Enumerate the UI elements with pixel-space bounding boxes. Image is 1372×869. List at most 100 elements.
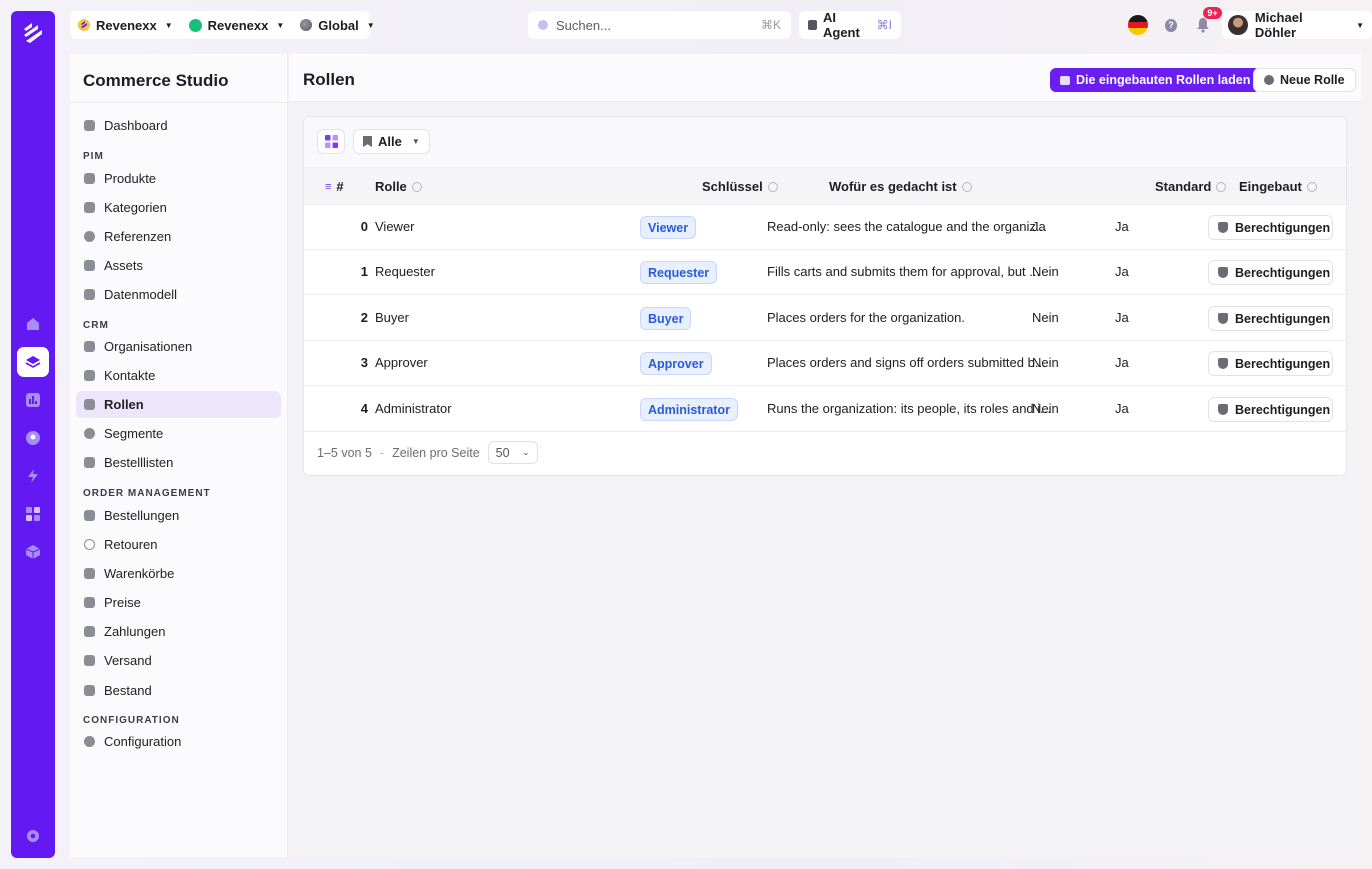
- column-header-purpose[interactable]: Wofür es gedacht ist: [829, 179, 972, 194]
- sidebar-item-produkte[interactable]: Produkte: [76, 165, 281, 192]
- table-row[interactable]: 1 Requester Requester Fills carts and su…: [304, 250, 1346, 295]
- info-icon: [411, 181, 422, 192]
- saved-filter-label: Alle: [378, 134, 402, 149]
- role-builtin: Ja: [1115, 219, 1129, 234]
- sidebar-item-kontakte[interactable]: Kontakte: [76, 362, 281, 389]
- sidebar-item-zahlungen[interactable]: Zahlungen: [76, 618, 281, 645]
- workspace-switcher: Revenexx ▼ Revenexx ▼ Global ▼: [70, 11, 375, 39]
- apps-grid-icon[interactable]: [17, 499, 49, 529]
- table-row[interactable]: 0 Viewer Viewer Read-only: sees the cata…: [304, 205, 1346, 250]
- info-icon: [1306, 181, 1317, 192]
- home-icon[interactable]: [17, 309, 49, 339]
- sidebar-item-rollen[interactable]: Rollen: [76, 391, 281, 418]
- sidebar-item-assets[interactable]: Assets: [76, 252, 281, 279]
- chevron-down-icon: ▼: [411, 137, 420, 146]
- app-logo-icon[interactable]: [21, 21, 45, 45]
- view-toggle-button[interactable]: [317, 129, 345, 154]
- price-tag-icon: [84, 597, 95, 608]
- load-builtin-roles-button[interactable]: Die eingebauten Rollen laden: [1050, 68, 1261, 92]
- column-header-default[interactable]: Standard: [1155, 179, 1227, 194]
- sidebar-item-bestellungen[interactable]: Bestellungen: [76, 502, 281, 529]
- org-selector[interactable]: Revenexx ▼: [70, 11, 181, 39]
- column-header-builtin[interactable]: Eingebaut: [1239, 179, 1317, 194]
- role-purpose: Runs the organization: its people, its r…: [767, 401, 1051, 416]
- lightning-icon[interactable]: [17, 461, 49, 491]
- channel-selector[interactable]: Revenexx ▼: [181, 11, 293, 39]
- column-header-key[interactable]: Schlüssel: [702, 179, 778, 194]
- app-rail: [11, 11, 55, 858]
- help-icon[interactable]: ?: [1164, 18, 1178, 32]
- shield-icon: [1218, 222, 1228, 233]
- sort-column-header[interactable]: ≡ #: [325, 179, 344, 194]
- saved-filter-dropdown[interactable]: Alle ▼: [353, 129, 430, 154]
- divider: [70, 102, 287, 103]
- row-number: 4: [360, 401, 368, 416]
- sidebar-item-organisationen[interactable]: Organisationen: [76, 333, 281, 360]
- global-search[interactable]: Suchen... ⌘K: [528, 11, 791, 39]
- ai-agent-button[interactable]: AI Agent ⌘I: [799, 10, 901, 40]
- new-role-button[interactable]: Neue Rolle: [1253, 68, 1356, 92]
- german-flag-icon[interactable]: [1128, 15, 1148, 35]
- permissions-label: Berechtigungen: [1235, 402, 1331, 417]
- user-menu[interactable]: Michael Döhler ▼: [1222, 10, 1372, 40]
- sidebar-item-preise[interactable]: Preise: [76, 589, 281, 616]
- role-builtin: Ja: [1115, 401, 1129, 416]
- permissions-label: Berechtigungen: [1235, 265, 1331, 280]
- box-icon: [84, 202, 95, 213]
- role-name: Buyer: [375, 310, 409, 325]
- role-purpose: Read-only: sees the catalogue and the or…: [767, 219, 1047, 234]
- globe-icon: [300, 19, 313, 31]
- table-row[interactable]: 2 Buyer Buyer Places orders for the orga…: [304, 296, 1346, 341]
- sidebar-item-dashboard[interactable]: Dashboard: [76, 112, 281, 139]
- settings-gear-icon[interactable]: [17, 821, 49, 851]
- chevron-down-icon: ⌄: [522, 447, 530, 457]
- layers-icon[interactable]: [17, 347, 49, 377]
- sidebar-item-kategorien[interactable]: Kategorien: [76, 194, 281, 221]
- section-label-pim: PIM: [83, 151, 104, 162]
- role-builtin: Ja: [1115, 264, 1129, 279]
- role-key-badge: Buyer: [640, 307, 692, 330]
- table-row[interactable]: 3 Approver Approver Places orders and si…: [304, 341, 1346, 386]
- sidebar-item-retouren[interactable]: Retouren: [76, 531, 281, 558]
- sidebar-item-datenmodell[interactable]: Datenmodell: [76, 281, 281, 308]
- location-icon[interactable]: [17, 423, 49, 453]
- sidebar-item-label: Kategorien: [104, 200, 167, 215]
- analytics-icon[interactable]: [17, 385, 49, 415]
- region-selector-label: Global: [318, 17, 359, 33]
- notifications-badge: 9+: [1203, 7, 1222, 19]
- notifications-bell-icon[interactable]: 9+: [1196, 7, 1222, 33]
- sidebar-item-configuration[interactable]: Configuration: [76, 728, 281, 755]
- chevron-down-icon: ▼: [276, 20, 285, 30]
- sidebar-item-versand[interactable]: Versand: [76, 647, 281, 674]
- search-shortcut: ⌘K: [760, 18, 781, 32]
- new-role-label: Neue Rolle: [1280, 73, 1345, 87]
- column-header-role[interactable]: Rolle: [375, 179, 422, 194]
- sidebar-item-bestelllisten[interactable]: Bestelllisten: [76, 449, 281, 476]
- permissions-button[interactable]: Berechtigungen: [1208, 306, 1333, 331]
- pagination-separator: -: [379, 445, 385, 460]
- role-key-badge: Administrator: [640, 398, 738, 421]
- users-icon: [84, 428, 95, 439]
- return-arrow-icon: [84, 539, 95, 550]
- rows-per-page-label: Zeilen pro Seite: [392, 445, 480, 460]
- permissions-button[interactable]: Berechtigungen: [1208, 351, 1333, 376]
- credit-card-icon: [84, 626, 95, 637]
- permissions-label: Berechtigungen: [1235, 356, 1331, 371]
- cube-icon[interactable]: [17, 537, 49, 567]
- sidebar-item-warenkoerbe[interactable]: Warenkörbe: [76, 560, 281, 587]
- column-header-label: Schlüssel: [702, 179, 763, 194]
- sidebar-item-segmente[interactable]: Segmente: [76, 420, 281, 447]
- column-header-label: Wofür es gedacht ist: [829, 179, 957, 194]
- permissions-button[interactable]: Berechtigungen: [1208, 215, 1333, 240]
- role-purpose: Fills carts and submits them for approva…: [767, 264, 1041, 279]
- sidebar-item-label: Retouren: [104, 537, 158, 552]
- permissions-button[interactable]: Berechtigungen: [1208, 397, 1333, 422]
- sidebar-item-bestand[interactable]: Bestand: [76, 677, 281, 704]
- role-name: Approver: [375, 355, 428, 370]
- region-selector[interactable]: Global ▼: [292, 11, 382, 39]
- rows-per-page-select[interactable]: 50 ⌄: [487, 441, 538, 464]
- permissions-button[interactable]: Berechtigungen: [1208, 260, 1333, 285]
- table-row[interactable]: 4 Administrator Administrator Runs the o…: [304, 387, 1346, 432]
- role-key-badge: Approver: [640, 352, 712, 375]
- sidebar-item-referenzen[interactable]: Referenzen: [76, 223, 281, 250]
